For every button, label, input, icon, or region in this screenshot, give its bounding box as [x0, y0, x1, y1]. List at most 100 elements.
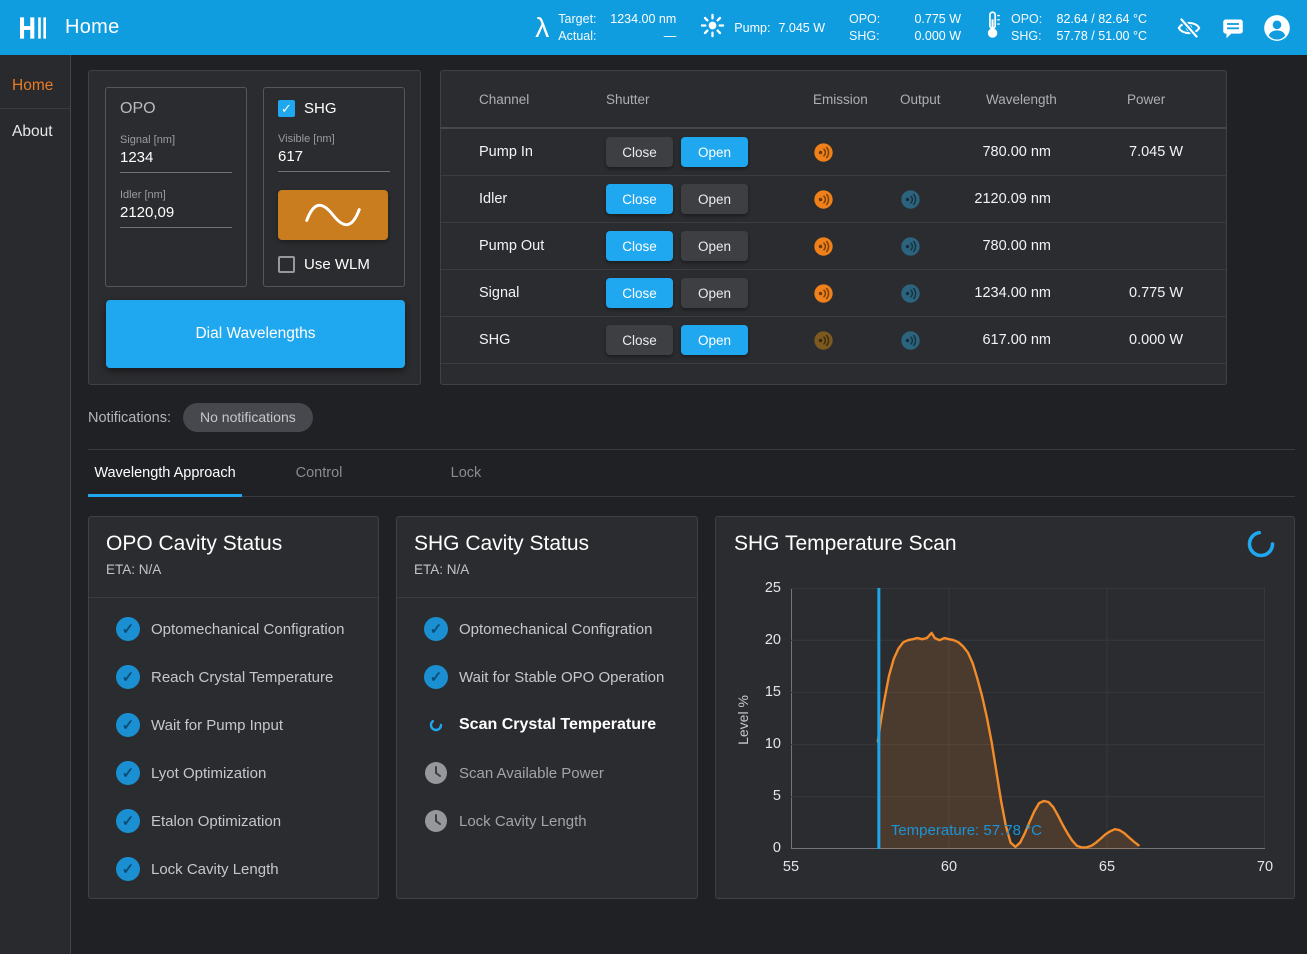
channels-card: Channel Shutter Emission Output Waveleng…	[440, 70, 1227, 385]
opo-status-steps: ✓ Optomechanical Configration ✓ Reach Cr…	[89, 598, 378, 893]
sine-wave-button[interactable]	[278, 190, 388, 240]
wavelength-value: 780.00 nm	[970, 144, 1127, 160]
y-tick: 10	[747, 736, 781, 752]
wavelength-status: λ Target: 1234.00 nm Actual: —	[535, 11, 676, 44]
signal-input[interactable]	[120, 146, 232, 173]
power-shg-value: 0.000 W	[889, 28, 961, 44]
loading-spinner-icon	[1246, 529, 1276, 564]
chart-title: SHG Temperature Scan	[734, 529, 957, 564]
close-button[interactable]: Close	[606, 184, 673, 214]
chat-icon[interactable]	[1219, 14, 1247, 42]
x-tick: 70	[1243, 859, 1287, 875]
open-button[interactable]: Open	[681, 137, 748, 167]
opo-panel-title: OPO	[120, 100, 232, 118]
clock-icon	[424, 761, 448, 785]
chart-grid	[791, 588, 1265, 849]
temp-opo-value: 82.64 / 82.64 °C	[1051, 11, 1147, 27]
table-row-idler: Idler Close Open 2120.09 nm	[441, 176, 1226, 223]
shg-cavity-status-card: SHG Cavity Status ETA: N/A ✓ Optomechani…	[396, 516, 698, 899]
status-step: ✓ Wait for Stable OPO Operation	[424, 653, 697, 701]
emission-icon	[813, 236, 900, 257]
shg-status-steps: ✓ Optomechanical Configration ✓ Wait for…	[397, 598, 697, 845]
check-circle-icon: ✓	[116, 713, 140, 737]
shg-enable-row[interactable]: ✓ SHG	[278, 100, 390, 117]
wavelength-value: 617.00 nm	[970, 332, 1127, 348]
open-button[interactable]: Open	[681, 325, 748, 355]
wavelength-value: 1234.00 nm	[970, 285, 1127, 301]
power-value: 0.775 W	[1127, 285, 1226, 301]
emission-icon	[813, 189, 900, 210]
x-tick: 55	[769, 859, 813, 875]
check-circle-icon: ✓	[424, 665, 448, 689]
check-circle-icon: ✓	[116, 665, 140, 689]
wavelength-value: 780.00 nm	[970, 238, 1127, 254]
shg-panel: ✓ SHG Visible [nm] ✓ Use WLM	[263, 87, 405, 287]
status-step: ✓ Lock Cavity Length	[424, 797, 697, 845]
table-row-shg: SHG Close Open 617.00 nm 0.000 W	[441, 317, 1226, 364]
app-root: Home λ Target: 1234.00 nm Actual: —	[0, 0, 1307, 954]
wavelength-value: 2120.09 nm	[970, 191, 1127, 207]
close-button[interactable]: Close	[606, 137, 673, 167]
tab-control[interactable]: Control	[242, 450, 396, 496]
table-row-pump-out: Pump Out Close Open 780.00 nm	[441, 223, 1226, 270]
brand-logo	[20, 15, 49, 41]
close-button[interactable]: Close	[606, 231, 673, 261]
open-button[interactable]: Open	[681, 278, 748, 308]
temperature-marker-label: Temperature: 57.78 °C	[891, 822, 1042, 839]
y-tick: 0	[747, 840, 781, 856]
use-wlm-checkbox[interactable]: ✓	[278, 256, 295, 273]
temperature-scan-plot: Temperature: 57.78 °C	[791, 588, 1265, 849]
status-step: ✓ Optomechanical Configration	[116, 605, 378, 653]
wavelength-controls-card: OPO Signal [nm] Idler [nm] ✓ SHG Visible…	[88, 70, 421, 385]
dial-wavelengths-button[interactable]: Dial Wavelengths	[106, 300, 405, 368]
shg-status-title: SHG Cavity Status	[414, 529, 680, 559]
y-axis-label: Level %	[735, 680, 751, 760]
output-icon	[900, 330, 970, 351]
shg-temperature-scan-card: SHG Temperature Scan 25 20 15 10 5 0 55 …	[715, 516, 1295, 899]
visibility-off-icon[interactable]	[1175, 14, 1203, 42]
table-row-pump-in: Pump In Close Open 780.00 nm 7.045 W	[441, 129, 1226, 176]
open-button[interactable]: Open	[681, 184, 748, 214]
lambda-icon: λ	[535, 14, 549, 42]
shg-checkbox-label: SHG	[304, 100, 337, 117]
shg-checkbox[interactable]: ✓	[278, 100, 295, 117]
thermometer-icon	[985, 10, 1002, 45]
power-opo-label: OPO:	[849, 11, 889, 27]
idler-input[interactable]	[120, 201, 232, 228]
visible-input[interactable]	[278, 145, 390, 172]
page-title: Home	[65, 16, 120, 39]
open-button[interactable]: Open	[681, 231, 748, 261]
y-tick: 5	[747, 788, 781, 804]
close-button[interactable]: Close	[606, 325, 673, 355]
pump-sun-icon	[700, 13, 725, 43]
power-value: 0.000 W	[1127, 332, 1226, 348]
notifications-label: Notifications:	[88, 410, 171, 426]
col-shutter: Shutter	[606, 92, 813, 107]
power-shg-label: SHG:	[849, 28, 889, 44]
sidebar-item-home[interactable]: Home	[0, 63, 70, 109]
opo-cavity-status-card: OPO Cavity Status ETA: N/A ✓ Optomechani…	[88, 516, 379, 899]
y-tick: 20	[747, 632, 781, 648]
channels-header-row: Channel Shutter Emission Output Waveleng…	[441, 71, 1226, 129]
use-wlm-row[interactable]: ✓ Use WLM	[278, 256, 390, 273]
col-output: Output	[900, 92, 970, 107]
temp-shg-label: SHG:	[1011, 28, 1051, 44]
account-icon[interactable]	[1263, 14, 1291, 42]
status-step: ✓ Etalon Optimization	[116, 797, 378, 845]
notifications-badge: No notifications	[183, 403, 313, 432]
power-opo-value: 0.775 W	[889, 11, 961, 27]
actual-value: —	[604, 28, 676, 44]
col-emission: Emission	[813, 92, 900, 107]
spinner-icon	[424, 713, 448, 737]
tab-wavelength-approach[interactable]: Wavelength Approach	[88, 450, 242, 496]
emission-icon	[813, 330, 900, 351]
signal-label: Signal [nm]	[120, 134, 232, 146]
sidebar-item-about[interactable]: About	[0, 109, 70, 155]
pump-label: Pump:	[734, 21, 770, 35]
tab-lock[interactable]: Lock	[396, 450, 536, 496]
output-icon	[900, 189, 970, 210]
col-wavelength: Wavelength	[970, 92, 1127, 107]
target-label: Target:	[558, 11, 604, 27]
close-button[interactable]: Close	[606, 278, 673, 308]
idler-label: Idler [nm]	[120, 189, 232, 201]
